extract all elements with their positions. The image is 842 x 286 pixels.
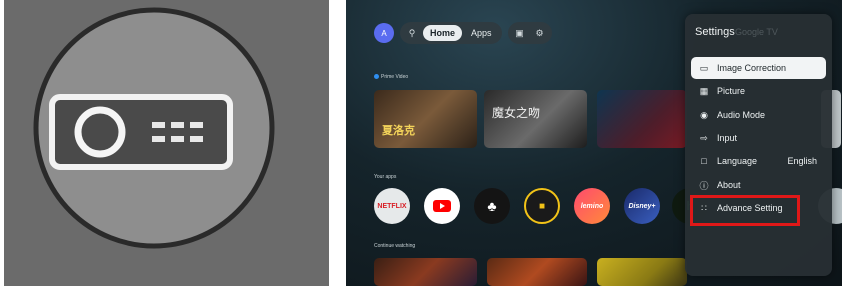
app-netflix[interactable]: NETFLIX (374, 188, 410, 224)
settings-title: Settings (695, 26, 735, 38)
projector-icon (4, 0, 329, 286)
menu-item-image-correction[interactable]: ▭ Image Correction (691, 57, 826, 79)
search-icon[interactable]: ⚲ (403, 25, 421, 41)
input-icon[interactable]: ▣ (511, 25, 529, 41)
menu-item-label: Input (717, 133, 738, 143)
top-navigation: A ⚲ Home Apps ▣ ⚙ (374, 22, 552, 44)
menu-item-input[interactable]: ⇨ Input (691, 127, 826, 149)
menu-item-about[interactable]: ⓘ About (691, 174, 826, 196)
image-correction-icon: ▭ (699, 62, 709, 73)
projector-icon-zoom (4, 0, 329, 286)
menu-item-label: About (717, 180, 741, 190)
thumbnail-drama[interactable] (597, 90, 687, 148)
menu-item-audio-mode[interactable]: ◉ Audio Mode (691, 104, 826, 126)
continue-thumb-3[interactable] (597, 258, 687, 286)
language-icon: □ (701, 156, 707, 166)
input-icon: ⇨ (700, 132, 708, 143)
screenshot-composite: A ⚲ Home Apps ▣ ⚙ Prime Video 夏洛克 魔女之吻 Y… (0, 0, 842, 286)
profile-avatar[interactable]: A (374, 23, 394, 43)
dmm-tv-logo-icon: ■ (538, 200, 546, 212)
app-abema[interactable]: ♣ (474, 188, 510, 224)
speaker-icon: ◉ (700, 109, 708, 120)
menu-item-label: Language (717, 156, 758, 166)
tab-apps[interactable]: Apps (464, 25, 499, 41)
nav-tabs: ⚲ Home Apps (400, 22, 502, 44)
app-disney-plus[interactable]: Disney+ (624, 188, 660, 224)
prime-video-dot-icon (374, 74, 379, 80)
thumbnail-kiss[interactable]: 魔女之吻 (484, 90, 587, 148)
row-title-prime-video: Prime Video (374, 74, 408, 80)
thumbnail-detective[interactable]: 夏洛克 (374, 90, 477, 148)
menu-item-label: Audio Mode (717, 110, 766, 120)
settings-panel: Google TV Settings ▭ Image Correction ▦ … (685, 14, 832, 276)
app-lemino[interactable]: lemino (574, 188, 610, 224)
picture-icon: ▦ (699, 85, 709, 96)
tab-home[interactable]: Home (423, 25, 463, 41)
row-title-continue-watching: Continue watching (374, 243, 416, 249)
settings-gear-icon[interactable]: ⚙ (531, 25, 549, 41)
highlight-box (690, 195, 800, 226)
app-youtube[interactable] (424, 188, 460, 224)
abema-logo-icon: ♣ (487, 198, 497, 214)
language-value: English (787, 156, 817, 166)
menu-item-label: Picture (717, 86, 746, 96)
settings-background-text: Google TV (735, 27, 778, 37)
app-dmm-tv[interactable]: ■ (524, 188, 560, 224)
menu-item-language[interactable]: □ Language English (691, 150, 826, 172)
menu-item-label: Image Correction (717, 63, 787, 73)
youtube-play-icon (433, 200, 451, 212)
row-title-your-apps: Your apps (374, 174, 397, 180)
menu-item-picture[interactable]: ▦ Picture (691, 80, 826, 102)
info-icon: ⓘ (699, 180, 709, 191)
continue-thumb-1[interactable] (374, 258, 477, 286)
quick-icons: ▣ ⚙ (507, 22, 552, 44)
continue-thumb-2[interactable] (487, 258, 587, 286)
